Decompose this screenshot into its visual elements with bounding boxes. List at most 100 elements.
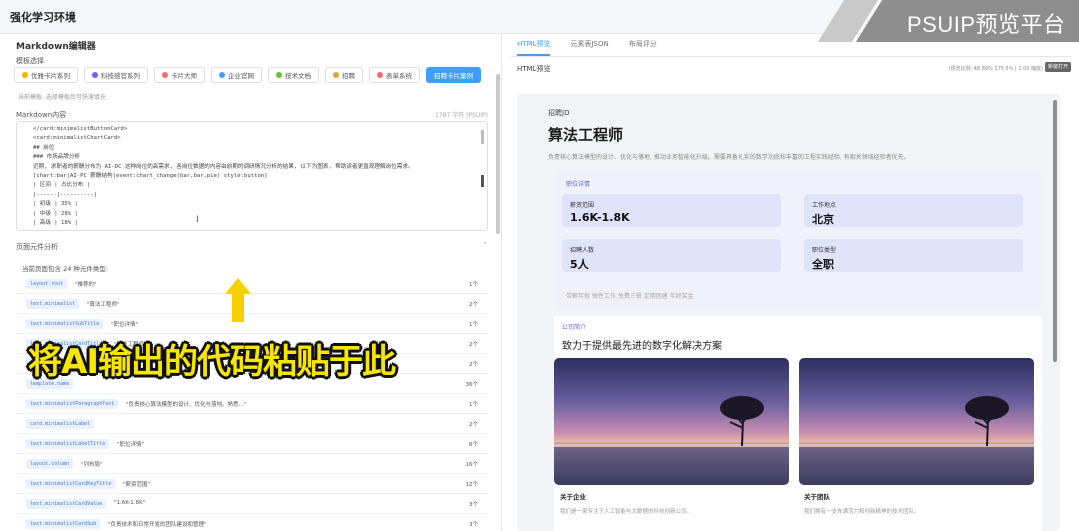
template-button[interactable]: 招聘卡片案例: [426, 67, 481, 83]
template-icon: [22, 72, 28, 78]
job-title: 算法工程师: [548, 126, 624, 144]
brand-text: PSUIP预览平台: [907, 12, 1066, 37]
tab-1[interactable]: 元素表JSON: [570, 39, 608, 56]
photo-caption: 关于团队: [804, 493, 830, 501]
editor-scroll-up[interactable]: [481, 130, 484, 144]
code-line: [chart:bar|AI-PC 薪酬结构|event:chart_change…: [33, 173, 268, 180]
app-title: 强化学习环境: [10, 11, 76, 24]
component-row: text.minimalistCardValue "1.6K-1.8K" 3个: [16, 495, 488, 514]
tab-2[interactable]: 布局评分: [629, 39, 657, 56]
template-button[interactable]: 技术文档: [268, 67, 319, 83]
editor-header: Markdown内容 1787 字符 (PSUIP): [16, 110, 488, 120]
photo-description: 我们拥有一支充满活力和创新精神的技术团队。: [804, 509, 920, 515]
code-line: | 区间 | 占比分布 |: [33, 182, 91, 189]
component-row: text.minimalistSubTitle "职位详情" 1个: [16, 315, 488, 334]
template-label: 技术文档: [285, 72, 311, 80]
photo-caption: 关于企业: [560, 493, 586, 501]
code-line: 近期, 求职者的薪酬分布为 AI-DC 这种岗位的高需求, 各岗位数据的内容由前…: [33, 163, 414, 170]
tabs-divider: [511, 56, 1071, 57]
job-description: 负责核心算法模型的设计、优化与落地, 推动业务智能化升级。需要具备扎实的数学功底…: [548, 154, 910, 161]
component-row: card.minimalistLabel 2个: [16, 415, 488, 434]
component-count: 1个: [469, 402, 478, 408]
component-count: 36个: [465, 382, 479, 388]
component-tag: layout.column: [26, 459, 74, 469]
component-value: "负责核心算法模型的设计、优化与落地。熟悉...": [126, 402, 247, 408]
company-slogan: 致力于提供最先进的数字化解决方案: [562, 341, 722, 352]
component-value: "职位详情": [111, 322, 139, 328]
editor-panel: Markdown编辑器 模板选择 优雅卡片系列 科技感官系列 卡片大师 企业官网 技术文…: [0, 34, 502, 531]
code-line: |------|----------|: [33, 191, 97, 198]
template-button[interactable]: 企业官网: [211, 67, 262, 83]
editor-section-title: Markdown编辑器: [16, 42, 96, 52]
component-tag: layout.root: [26, 279, 68, 289]
template-button[interactable]: 表单系统: [369, 67, 420, 83]
component-row: text.minimalistCardSub "负责技术和日常开发的团队建设和管理…: [16, 515, 488, 531]
template-label: 表单系统: [386, 72, 412, 80]
component-tag: text.minimalistCardKeyTitle: [26, 479, 116, 489]
code-lines[interactable]: </card:minimalistButtonCard> <card:minima…: [33, 125, 414, 228]
template-button[interactable]: 优雅卡片系列: [14, 67, 78, 83]
details-heading: 职位详情: [566, 181, 591, 188]
component-value: "负责技术和日常开发的团队建设和管理": [108, 522, 207, 528]
preview-meta: (预览比例: 48.89% 175.5% | 1.00 缩放): [948, 66, 1043, 72]
detail-headcount: 招聘人数 5人: [562, 239, 781, 272]
component-row: text.minimalist "算法工程师" 2个: [16, 295, 488, 314]
component-count: 16个: [465, 462, 479, 468]
tab-0[interactable]: HTML预览: [517, 39, 551, 56]
open-window-button[interactable]: 新窗打开: [1044, 62, 1071, 72]
template-button[interactable]: 卡片大师: [154, 67, 205, 83]
component-tag: text.minimalistCardValue: [26, 499, 107, 509]
template-icon: [92, 72, 98, 78]
templates-label: 模板选择: [16, 57, 44, 65]
template-label: 卡片大师: [171, 72, 197, 80]
detail-location: 工作地点 北京: [804, 194, 1023, 227]
template-button[interactable]: 招聘: [325, 67, 363, 83]
photo-description: 我们是一家专注于人工智能与大数据的科技创新公司。: [560, 509, 693, 515]
detail-value: 1.6K-1.8K: [570, 211, 630, 224]
component-count: 1个: [469, 282, 478, 288]
template-icon: [219, 72, 225, 78]
component-tag: card.minimalistLabel: [26, 419, 95, 429]
code-line: | 初级 | 35% |: [33, 201, 78, 208]
left-panel-scrollbar[interactable]: [496, 74, 500, 234]
code-line: | 高级 | 18% |: [33, 220, 78, 227]
component-value: "推荐的": [75, 282, 97, 288]
template-button[interactable]: 科技感官系列: [84, 67, 148, 83]
tree-silhouette: [720, 396, 764, 447]
detail-value: 5人: [570, 258, 589, 271]
editor-scrollbar[interactable]: [481, 175, 484, 187]
preview-scrollbar[interactable]: [1053, 100, 1057, 362]
markdown-editor[interactable]: </card:minimalistButtonCard> <card:minima…: [16, 121, 488, 231]
template-label: 优雅卡片系列: [31, 72, 70, 80]
component-tag: text.minimalistSubTitle: [26, 319, 104, 329]
editor-title: Markdown内容: [16, 111, 67, 119]
template-icon: [333, 72, 339, 78]
component-row: text.minimalistCardKeyTitle "薪资范围" 12个: [16, 475, 488, 494]
detail-value: 北京: [812, 213, 834, 226]
component-tag: text.minimalistCardSub: [26, 519, 101, 529]
component-value: "职位详情": [117, 442, 145, 448]
analysis-title: 页面元件分析: [16, 243, 58, 251]
component-value: "1.6K-1.8K": [114, 500, 146, 506]
template-hint: 当前模板: 选择模板后可快速填充: [18, 94, 106, 101]
company-section: 公司简介 致力于提供最先进的数字化解决方案 关于企业 关于团队 我们是一家专注于…: [554, 316, 1042, 531]
chevron-up-icon[interactable]: ⌃: [482, 241, 488, 249]
analysis-header[interactable]: 页面元件分析 ⌃: [16, 241, 488, 252]
component-count: 1个: [469, 322, 478, 328]
detail-key: 职位类型: [812, 247, 837, 254]
preview-label: HTML预览: [517, 65, 551, 73]
preview-panel: HTML预览 元素表JSON 布局评分 HTML预览 (预览比例: 48.89% 1…: [503, 34, 1079, 531]
overlay-caption: 将AI输出的代码粘贴于此: [28, 342, 396, 382]
component-count: 3个: [469, 502, 478, 508]
component-count: 6个: [469, 442, 478, 448]
code-line: </card:minimalistButtonCard>: [33, 126, 128, 132]
template-icon: [276, 72, 282, 78]
detail-key: 工作地点: [812, 202, 837, 209]
component-count: 2个: [469, 342, 478, 348]
app-root: 强化学习环境 Markdown编辑器 模板选择 优雅卡片系列 科技感官系列 卡片大师…: [0, 0, 1079, 531]
template-button-row: 优雅卡片系列 科技感官系列 卡片大师 企业官网 技术文档 招聘 表单系统 招聘卡片案例: [14, 67, 481, 83]
code-line: ### 市场品牌分析: [33, 154, 81, 161]
text-cursor-icon: I: [196, 215, 199, 225]
company-heading: 公司简介: [562, 324, 587, 331]
preview-tabs: HTML预览 元素表JSON 布局评分: [517, 39, 657, 56]
